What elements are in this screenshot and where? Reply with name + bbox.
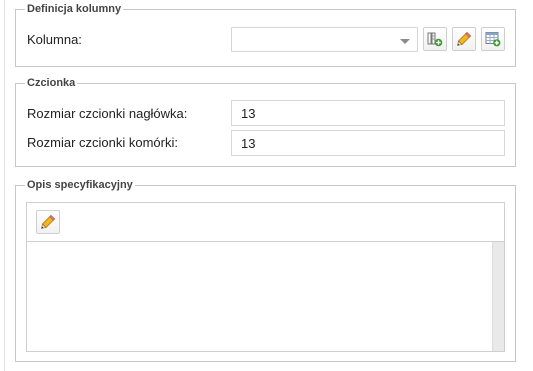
column-combobox[interactable] bbox=[231, 27, 418, 52]
table-add-icon bbox=[485, 32, 501, 47]
pencil-icon bbox=[457, 31, 472, 46]
edit-specification-button[interactable] bbox=[36, 210, 60, 234]
font-legend: Czcionka bbox=[27, 77, 76, 89]
settings-panel: Definicja kolumny Kolumna: Czcionka Rozm… bbox=[0, 0, 533, 371]
cell-font-size-input[interactable] bbox=[231, 130, 505, 156]
edit-column-button[interactable] bbox=[452, 27, 476, 51]
specification-legend: Opis specyfikacyjny bbox=[27, 179, 133, 191]
column-add-icon bbox=[427, 32, 443, 47]
header-font-size-label: Rozmiar czcionki nagłówka: bbox=[27, 106, 188, 121]
chevron-down-icon[interactable] bbox=[400, 39, 410, 44]
add-column-button[interactable] bbox=[423, 27, 447, 51]
specification-editor bbox=[26, 202, 505, 352]
column-label: Kolumna: bbox=[27, 32, 82, 47]
left-divider bbox=[4, 0, 5, 371]
table-add-button[interactable] bbox=[481, 27, 505, 51]
specification-text-area[interactable] bbox=[27, 242, 492, 351]
editor-toolbar bbox=[27, 203, 504, 242]
pencil-icon bbox=[41, 214, 56, 229]
editor-scrollbar[interactable] bbox=[492, 242, 504, 351]
column-definition-legend: Definicja kolumny bbox=[27, 3, 122, 15]
header-font-size-input[interactable] bbox=[231, 100, 505, 126]
cell-font-size-label: Rozmiar czcionki komórki: bbox=[27, 135, 178, 150]
